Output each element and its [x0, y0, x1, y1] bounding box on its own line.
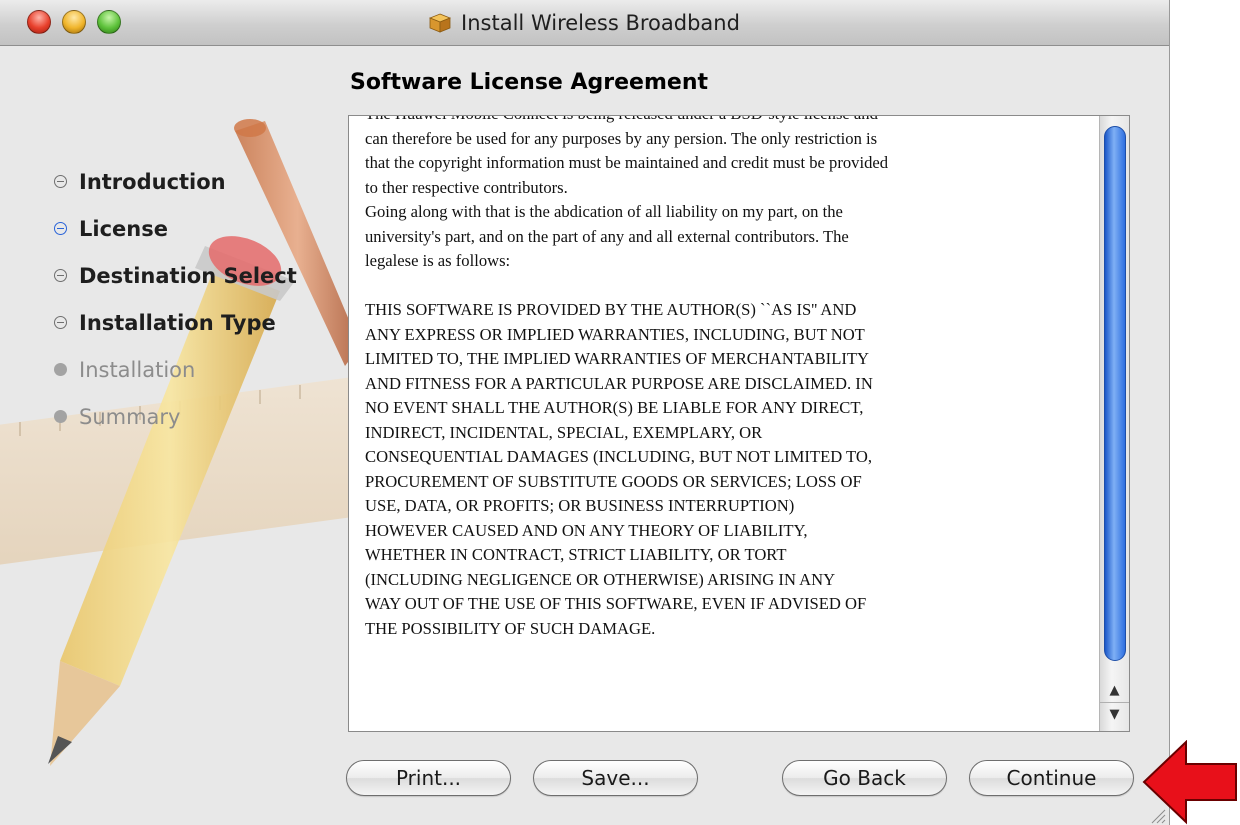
- title-bar[interactable]: Install Wireless Broadband: [0, 0, 1169, 46]
- package-icon: [429, 13, 452, 33]
- window-title: Install Wireless Broadband: [461, 11, 740, 35]
- step-destination-select: Destination Select: [54, 252, 297, 299]
- step-installation-type: Installation Type: [54, 299, 297, 346]
- step-label: License: [79, 216, 168, 241]
- license-text: The Huawei Mobile Connect is being relea…: [365, 116, 889, 638]
- step-bullet-icon: [54, 363, 67, 376]
- step-license: License: [54, 205, 297, 252]
- step-bullet-icon: [54, 175, 67, 188]
- step-introduction: Introduction: [54, 158, 297, 205]
- save-button[interactable]: Save...: [533, 760, 698, 796]
- scroll-down-arrow-icon[interactable]: ▼: [1100, 702, 1129, 725]
- step-label: Summary: [79, 404, 181, 429]
- step-bullet-icon: [54, 316, 67, 329]
- vertical-scrollbar[interactable]: ▲ ▼: [1099, 116, 1129, 731]
- step-label: Introduction: [79, 169, 226, 194]
- print-button[interactable]: Print...: [346, 760, 511, 796]
- step-bullet-icon: [54, 269, 67, 282]
- step-bullet-icon: [54, 410, 67, 423]
- step-label: Installation Type: [79, 310, 276, 335]
- scroll-thumb[interactable]: [1104, 126, 1126, 661]
- installer-steps: Introduction License Destination Select …: [54, 158, 297, 440]
- step-summary: Summary: [54, 393, 297, 440]
- annotation-arrow-icon: [1142, 740, 1237, 825]
- continue-button[interactable]: Continue: [969, 760, 1134, 796]
- page-title: Software License Agreement: [350, 70, 708, 95]
- go-back-button[interactable]: Go Back: [782, 760, 947, 796]
- step-label: Destination Select: [79, 263, 297, 288]
- step-bullet-icon: [54, 222, 67, 235]
- installer-window: Install Wireless Broadband Software Lice…: [0, 0, 1170, 825]
- step-label: Installation: [79, 357, 196, 382]
- scroll-up-arrow-icon[interactable]: ▲: [1100, 679, 1129, 701]
- step-installation: Installation: [54, 346, 297, 393]
- license-text-area[interactable]: The Huawei Mobile Connect is being relea…: [348, 115, 1130, 732]
